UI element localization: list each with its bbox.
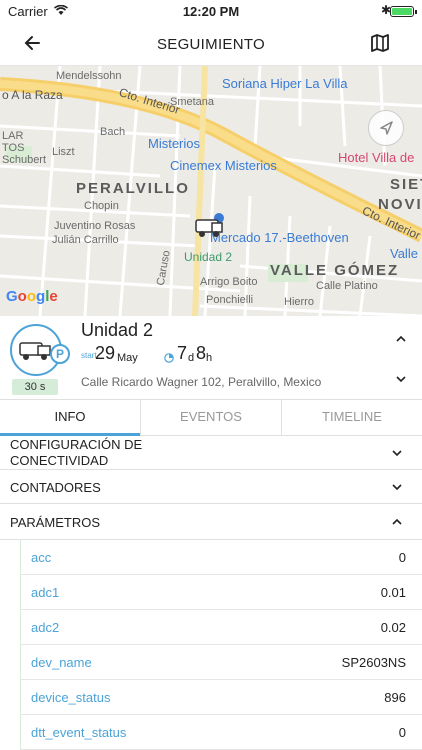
section-counters[interactable]: CONTADORES <box>0 470 422 504</box>
map-label: Schubert <box>2 154 47 166</box>
parameter-value: 0.02 <box>380 620 406 635</box>
duration-clock-icon <box>164 350 174 363</box>
map-label: o A la Raza <box>2 88 63 102</box>
map-label: Hierro <box>284 296 314 308</box>
refresh-interval-badge: 30 s <box>12 379 58 395</box>
map-view[interactable]: o A la Raza Mendelssohn Cto. Interior Sm… <box>0 66 422 316</box>
tab-timeline[interactable]: TIMELINE <box>282 400 422 435</box>
map-label: Chopin <box>84 200 119 212</box>
map-label: SIET <box>390 176 422 193</box>
tab-eventos[interactable]: EVENTOS <box>141 400 282 435</box>
duration-hours-unit: h <box>206 352 213 364</box>
map-label: Smetana <box>170 96 215 108</box>
parameter-row: dtt_event_status 0 <box>20 715 422 750</box>
map-label: Julián Carrillo <box>52 234 119 246</box>
parameter-key: adc1 <box>31 585 60 600</box>
map-label: Ponchielli <box>206 294 254 306</box>
parameter-key: acc <box>31 550 52 565</box>
unit-name: Unidad 2 <box>81 320 154 340</box>
status-bar: Carrier 12:20 PM ✱ <box>0 0 422 22</box>
section-label: PARÁMETROS <box>10 515 101 530</box>
vehicle-marker-icon[interactable] <box>192 212 228 240</box>
map-label: TOS <box>2 142 25 154</box>
unit-summary-card[interactable]: P 30 s Unidad 2 start 29 May 7 d 8 h Cal… <box>0 316 422 400</box>
tab-info[interactable]: INFO <box>0 400 141 436</box>
page-title: SEGUIMIENTO <box>156 36 266 53</box>
section-label: CONTADORES <box>10 480 101 495</box>
parameter-row: adc1 0.01 <box>20 575 422 610</box>
map-label: Mercado 17.-Beethoven <box>210 230 349 245</box>
duration-hours: 8 <box>196 343 207 363</box>
parameter-value: 0 <box>398 550 406 565</box>
map-label: Hotel Villa de <box>338 150 415 165</box>
map-label: Cinemex Misterios <box>170 158 277 173</box>
duration-days: 7 <box>177 343 188 363</box>
parameter-key: adc2 <box>31 620 60 635</box>
parameter-row: dev_name SP2603NS <box>20 645 422 680</box>
parameter-row: acc 0 <box>20 540 422 575</box>
detail-tabs: INFO EVENTOS TIMELINE <box>0 400 422 436</box>
section-label: CONFIGURACIÓN DE CONECTIVIDAD <box>10 437 143 468</box>
chevron-down-icon[interactable] <box>395 372 407 384</box>
parameter-value: 0.01 <box>380 585 406 600</box>
chevron-down-icon <box>391 481 403 493</box>
map-label: Unidad 2 <box>184 250 233 264</box>
chevron-up-icon <box>391 516 403 528</box>
section-parameters[interactable]: PARÁMETROS <box>0 504 422 540</box>
map-label: Soriana Hiper La Villa <box>222 76 348 91</box>
chevron-up-icon[interactable] <box>395 332 407 344</box>
map-label: Valle <box>390 246 418 261</box>
recenter-location-button[interactable] <box>368 110 404 146</box>
map-label: Juventino Rosas <box>54 220 136 232</box>
parameter-value: SP2603NS <box>341 655 406 670</box>
map-label: LAR <box>2 130 24 142</box>
parameter-key: dev_name <box>31 655 92 670</box>
parameter-row: adc2 0.02 <box>20 610 422 645</box>
parking-status-icon: P <box>50 344 70 364</box>
map-label: NOVI <box>378 196 422 213</box>
parameter-value: 896 <box>384 690 406 705</box>
map-label: Misterios <box>148 136 201 151</box>
map-icon[interactable] <box>370 33 390 53</box>
parameter-value: 0 <box>398 725 406 740</box>
map-label: Calle Platino <box>316 280 378 292</box>
navigation-bar: SEGUIMIENTO <box>0 22 422 66</box>
battery-icon <box>390 6 417 17</box>
google-logo: Google <box>6 288 58 305</box>
map-label: Bach <box>100 126 126 138</box>
chevron-down-icon <box>391 447 403 459</box>
map-label: PERALVILLO <box>76 180 190 197</box>
section-connectivity-config[interactable]: CONFIGURACIÓN DE CONECTIVIDAD <box>0 436 422 470</box>
map-label: Liszt <box>52 146 75 158</box>
unit-address: Calle Ricardo Wagner 102, Peralvillo, Me… <box>81 375 322 389</box>
duration-days-unit: d <box>188 352 195 364</box>
map-label: Mendelssohn <box>56 70 122 82</box>
parameter-key: device_status <box>31 690 111 705</box>
map-label: Arrigo Boito <box>200 276 258 288</box>
parameter-row: device_status 896 <box>20 680 422 715</box>
parameter-key: dtt_event_status <box>31 725 127 740</box>
start-day: 29 <box>95 343 116 363</box>
map-label: VALLE GÓMEZ <box>270 262 400 279</box>
clock-time: 12:20 PM <box>182 4 240 19</box>
start-month: May <box>117 352 138 364</box>
